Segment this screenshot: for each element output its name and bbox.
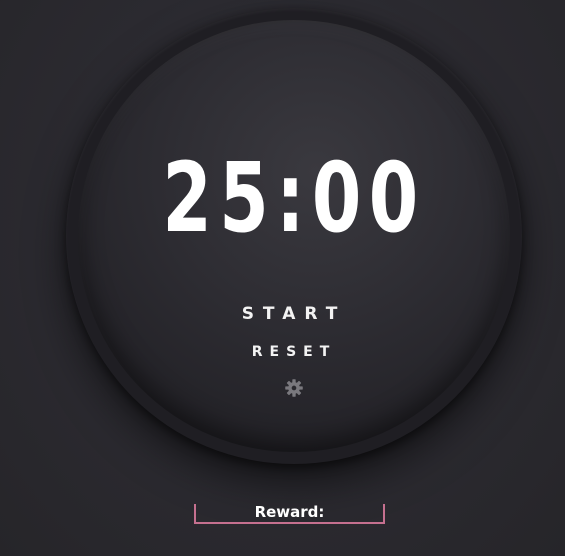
start-button[interactable]: START	[78, 304, 510, 324]
gear-icon[interactable]	[284, 378, 304, 398]
timer-face: 25:00 START RESET	[78, 20, 510, 452]
timer-dial: 25:00 START RESET	[66, 8, 522, 464]
reward-box: Reward:	[194, 503, 385, 524]
reset-button[interactable]: RESET	[78, 344, 510, 360]
timer-display: 25:00	[162, 142, 426, 254]
reward-label: Reward:	[254, 503, 325, 521]
